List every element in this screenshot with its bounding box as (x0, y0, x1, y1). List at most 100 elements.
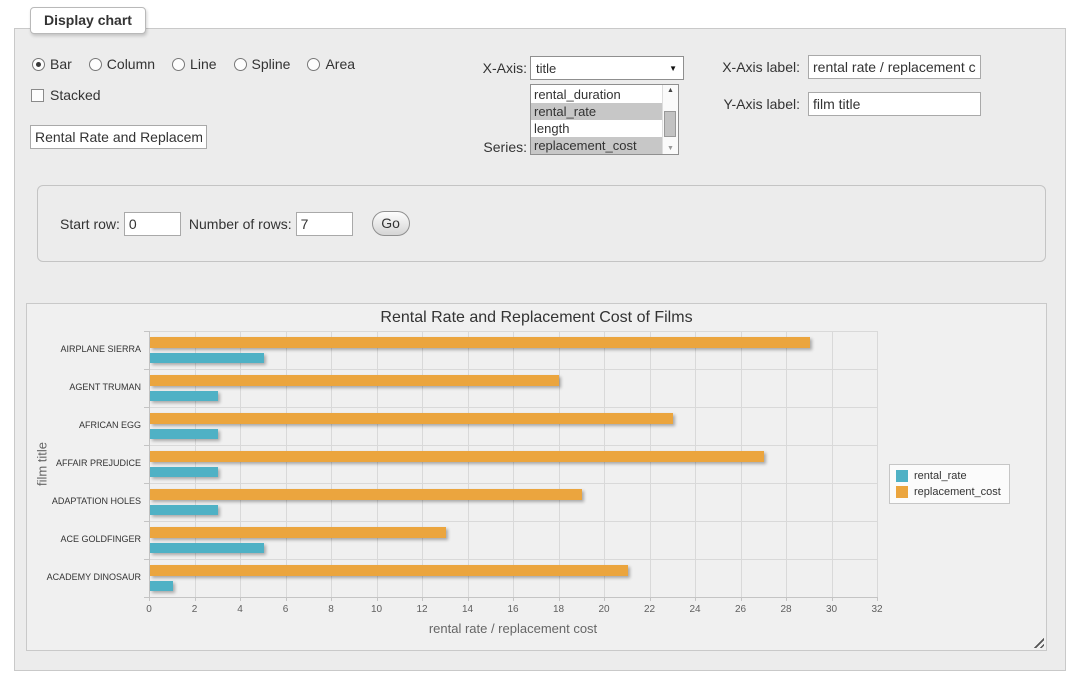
x-axis-label-label: X-Axis label: (698, 59, 800, 75)
chart-container: Rental Rate and Replacement Cost of Film… (26, 303, 1047, 651)
bar-replacement_cost (150, 527, 446, 538)
bar-rental_rate (150, 429, 218, 439)
stacked-label: Stacked (50, 87, 101, 103)
page: Display chart Bar Column Line Spline Area St… (0, 0, 1081, 681)
x-tick-label: 20 (589, 604, 619, 615)
radio-label: Area (325, 56, 355, 72)
x-axis-line (149, 597, 878, 598)
series-option-length[interactable]: length (531, 120, 662, 137)
gridline-vertical (604, 331, 605, 597)
go-button[interactable]: Go (372, 211, 410, 236)
series-option-rental_duration[interactable]: rental_duration (531, 86, 662, 103)
x-tick-label: 24 (680, 604, 710, 615)
start-row-input[interactable] (124, 212, 181, 236)
panel-title-text: Display chart (44, 12, 132, 28)
y-axis-label-input[interactable] (808, 92, 981, 116)
bar-replacement_cost (150, 413, 673, 424)
chart-type-radio-spline[interactable]: Spline (234, 56, 291, 72)
x-tick-label: 14 (453, 604, 483, 615)
number-of-rows-input[interactable] (296, 212, 353, 236)
bar-rental_rate (150, 353, 264, 363)
category-label: AIRPLANE SIERRA (34, 344, 141, 354)
category-label: ACADEMY DINOSAUR (34, 572, 141, 582)
gridline-vertical (741, 331, 742, 597)
category-label: ACE GOLDFINGER (34, 534, 141, 544)
chart-title-input[interactable] (30, 125, 207, 149)
scroll-down-icon[interactable]: ▼ (663, 145, 678, 152)
legend-swatch (896, 486, 908, 498)
legend-item-rental_rate[interactable]: rental_rate (896, 470, 1001, 482)
chevron-down-icon: ▼ (669, 64, 677, 73)
series-option-rental_rate[interactable]: rental_rate (531, 103, 662, 120)
y-axis-line (149, 331, 150, 597)
radio-icon[interactable] (234, 58, 247, 71)
series-option-replacement_cost[interactable]: replacement_cost (531, 137, 662, 154)
legend-item-replacement_cost[interactable]: replacement_cost (896, 486, 1001, 498)
radio-icon[interactable] (172, 58, 185, 71)
gridline-horizontal (149, 369, 877, 370)
x-tick-label: 6 (271, 604, 301, 615)
bar-rental_rate (150, 581, 173, 591)
chart-type-radio-bar[interactable]: Bar (32, 56, 72, 72)
gridline-vertical (286, 331, 287, 597)
gridline-horizontal (149, 331, 877, 332)
radio-icon[interactable] (89, 58, 102, 71)
chart-type-radio-column[interactable]: Column (89, 56, 155, 72)
radio-icon[interactable] (307, 58, 320, 71)
bar-rental_rate (150, 391, 218, 401)
gridline-vertical (695, 331, 696, 597)
x-tick-label: 2 (180, 604, 210, 615)
gridline-horizontal (149, 445, 877, 446)
x-axis-label-input[interactable] (808, 55, 981, 79)
series-scrollbar[interactable]: ▲ ▼ (662, 85, 678, 154)
panel-title: Display chart (30, 7, 146, 34)
series-select-label: Series: (450, 139, 527, 155)
x-axis-title: rental rate / replacement cost (149, 621, 877, 636)
gridline-horizontal (149, 559, 877, 560)
gridline-vertical (877, 331, 878, 597)
legend-swatch (896, 470, 908, 482)
gridline-vertical (195, 331, 196, 597)
series-listbox[interactable]: rental_durationrental_ratelengthreplacem… (530, 84, 679, 155)
category-label: AFFAIR PREJUDICE (34, 458, 141, 468)
bar-replacement_cost (150, 375, 559, 386)
x-tick-label: 12 (407, 604, 437, 615)
bar-replacement_cost (150, 337, 810, 348)
radio-label: Spline (252, 56, 291, 72)
scroll-up-icon[interactable]: ▲ (663, 87, 678, 94)
legend-label: rental_rate (914, 470, 967, 482)
gridline-horizontal (149, 407, 877, 408)
gridline-vertical (559, 331, 560, 597)
x-axis-select[interactable]: title ▼ (530, 56, 684, 80)
stacked-checkbox[interactable] (31, 89, 44, 102)
x-tick-label: 18 (544, 604, 574, 615)
x-tick-label: 16 (498, 604, 528, 615)
chart-title: Rental Rate and Replacement Cost of Film… (27, 309, 1046, 327)
scrollbar-thumb[interactable] (664, 111, 676, 137)
gridline-vertical (468, 331, 469, 597)
x-tick-label: 28 (771, 604, 801, 615)
row-range-box: Start row: Number of rows: Go (37, 185, 1046, 262)
bar-replacement_cost (150, 565, 628, 576)
number-of-rows-label: Number of rows: (189, 216, 292, 232)
x-axis-select-value: title (536, 61, 556, 76)
resize-handle-icon[interactable] (1033, 637, 1044, 648)
gridline-vertical (786, 331, 787, 597)
start-row-label: Start row: (60, 216, 120, 232)
stacked-checkbox-row[interactable]: Stacked (31, 87, 101, 103)
x-tick-label: 26 (726, 604, 756, 615)
chart-type-radio-line[interactable]: Line (172, 56, 216, 72)
x-tick-label: 30 (817, 604, 847, 615)
y-axis-label-label: Y-Axis label: (698, 96, 800, 112)
radio-icon[interactable] (32, 58, 45, 71)
gridline-vertical (513, 331, 514, 597)
chart-type-radio-area[interactable]: Area (307, 56, 355, 72)
gridline-vertical (422, 331, 423, 597)
gridline-vertical (832, 331, 833, 597)
x-tick-label: 32 (862, 604, 892, 615)
x-tick-label: 0 (134, 604, 164, 615)
x-tick-label: 8 (316, 604, 346, 615)
bar-replacement_cost (150, 451, 764, 462)
radio-label: Bar (50, 56, 72, 72)
gridline-vertical (377, 331, 378, 597)
